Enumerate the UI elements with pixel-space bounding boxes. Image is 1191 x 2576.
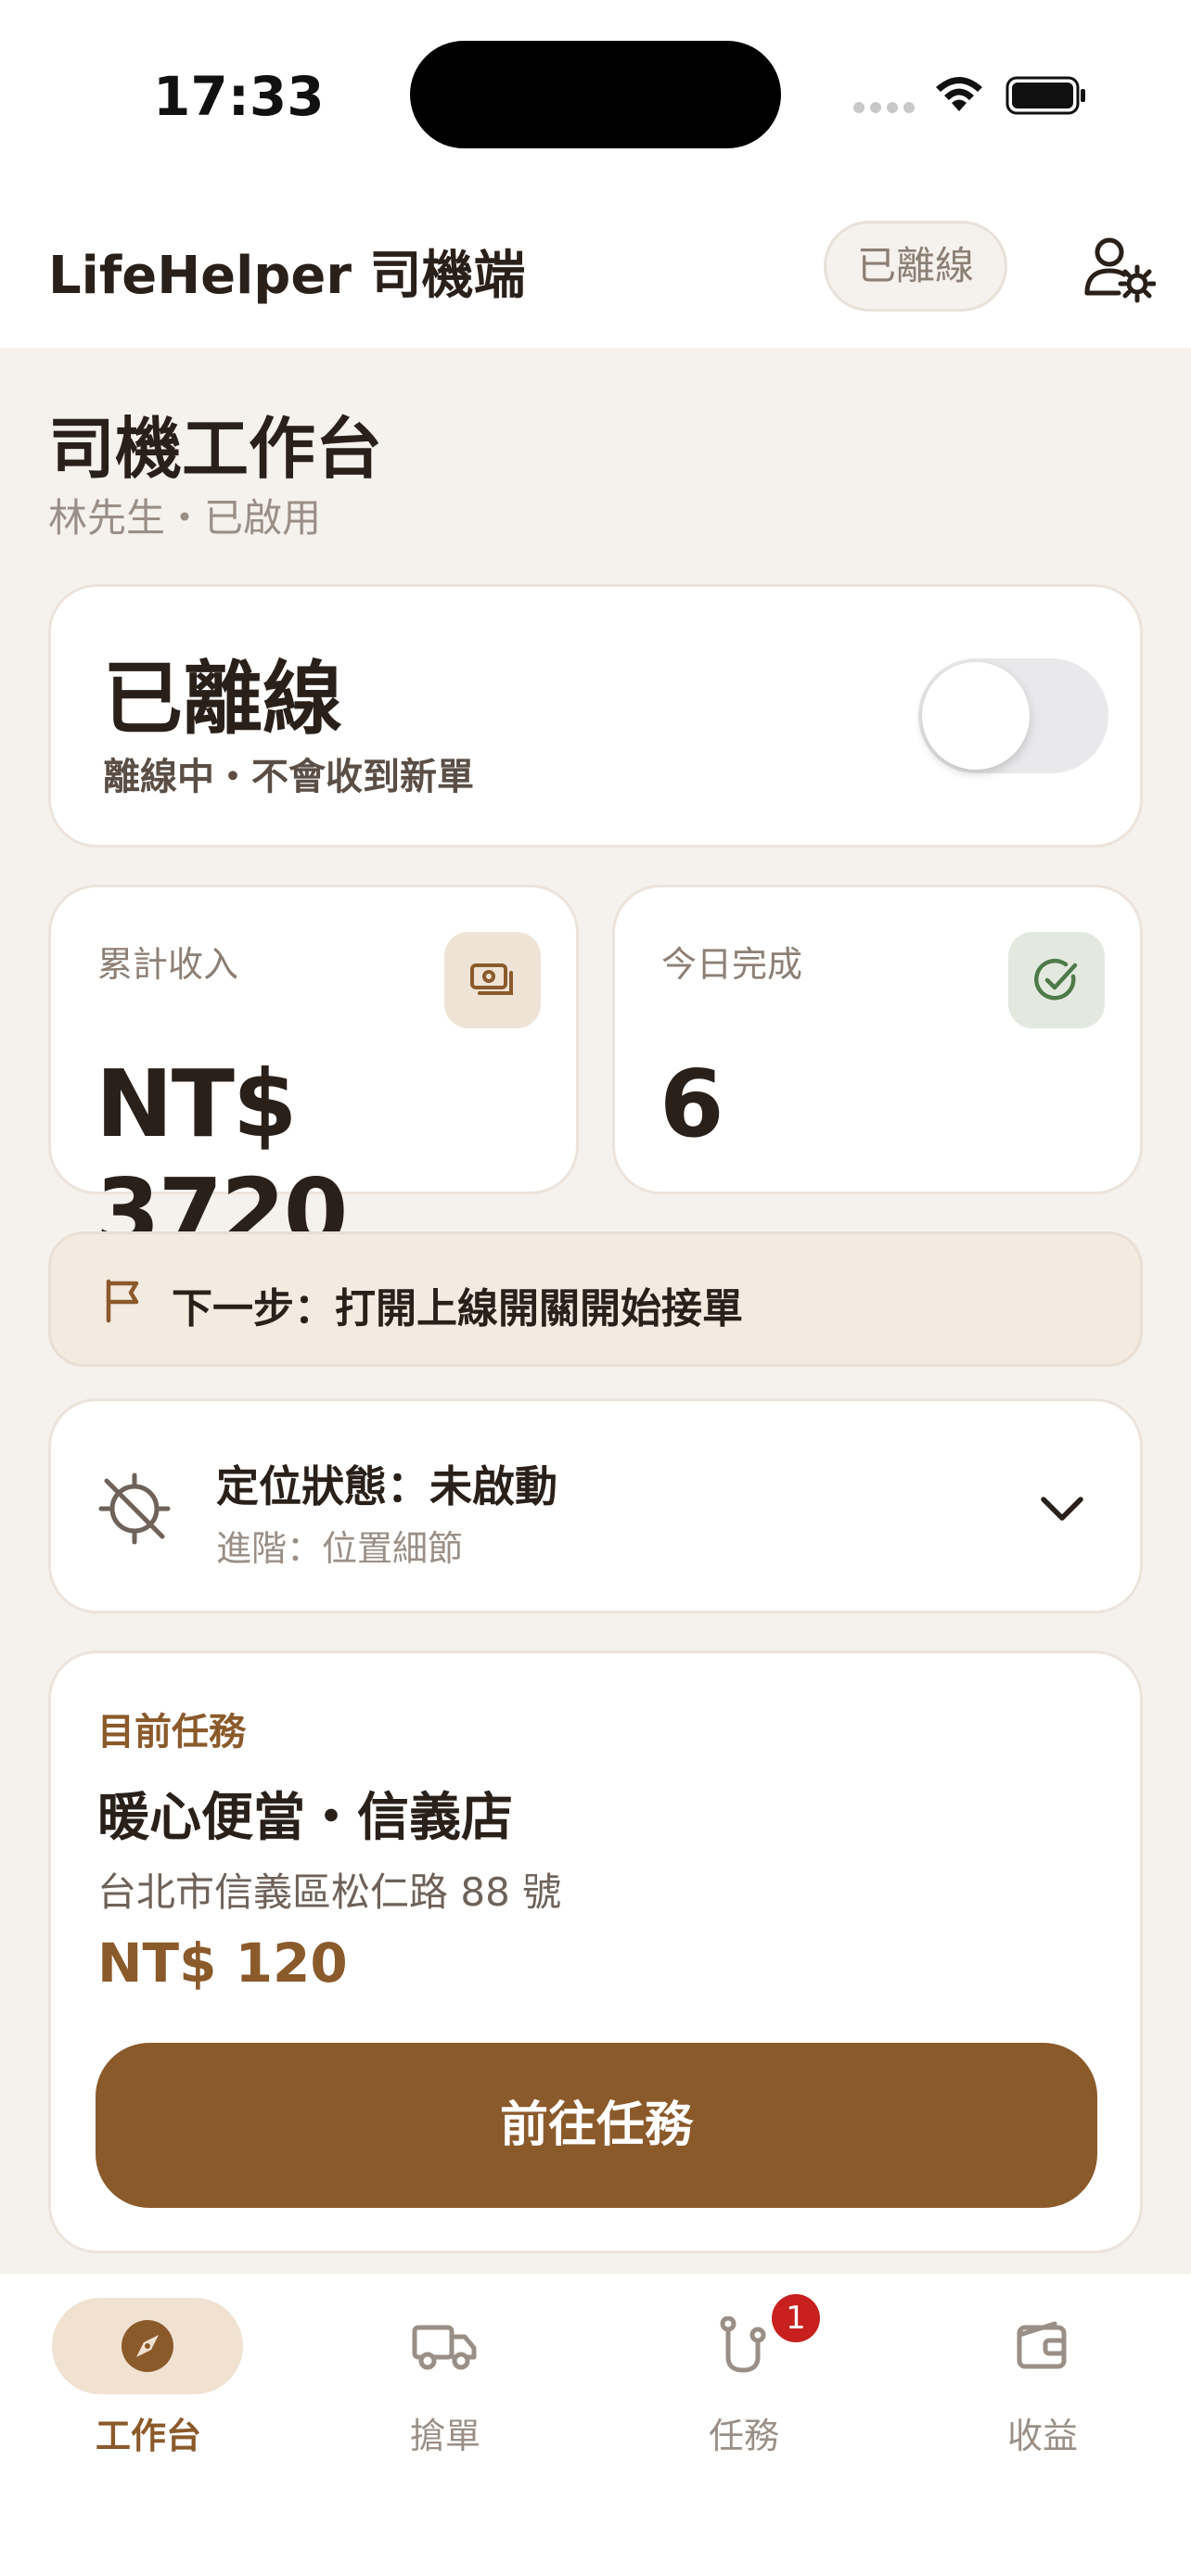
nav-label: 工作台 — [95, 2416, 201, 2456]
next-step-banner: 下一步：打開上線開關開始接單 — [48, 1231, 1143, 1367]
tasks-badge: 1 — [772, 2294, 820, 2342]
online-status-title: 已離線 — [103, 653, 342, 746]
nav-item-grab-orders[interactable]: 搶單 — [343, 2298, 547, 2465]
income-stat-card: 累計收入 NT$ 3720 — [48, 885, 579, 1267]
nav-item-earnings[interactable]: 收益 — [941, 2298, 1145, 2465]
nav-label: 收益 — [1006, 2416, 1078, 2456]
status-bar: 17:33 — [0, 0, 1191, 185]
status-pill[interactable]: 已離線 — [824, 221, 1007, 312]
compass-icon — [122, 2320, 173, 2372]
location-subtitle: 進階：位置細節 — [216, 1528, 464, 1569]
completed-stat-card: 今日完成 6 — [612, 885, 1143, 1194]
location-title: 定位狀態：未啟動 — [216, 1461, 557, 1511]
flag-icon — [106, 1279, 139, 1323]
truck-icon — [412, 2325, 477, 2370]
nav-item-tasks[interactable]: 1 任務 — [642, 2294, 846, 2465]
wifi-icon — [936, 77, 982, 111]
signal-icon — [853, 102, 915, 113]
route-icon — [720, 2316, 766, 2373]
money-icon — [444, 932, 541, 1028]
page-subtitle: 林先生・已啟用 — [48, 495, 322, 541]
check-circle-icon — [1008, 932, 1105, 1028]
nav-item-dashboard[interactable]: 工作台 — [46, 2298, 250, 2465]
task-address: 台北市信義區松仁路 88 號 — [97, 1869, 562, 1915]
task-section-label: 目前任務 — [97, 1711, 246, 1753]
income-label: 累計收入 — [97, 944, 239, 985]
user-settings-icon[interactable] — [1082, 232, 1156, 306]
completed-label: 今日完成 — [661, 944, 803, 985]
task-name: 暖心便當・信義店 — [97, 1788, 513, 1848]
app-title: LifeHelper 司機端 — [48, 246, 526, 306]
bottom-nav: 工作台 搶單 1 任務 收益 — [0, 2274, 1191, 2576]
next-step-text: 下一步：打開上線開關開始接單 — [172, 1285, 743, 1333]
wallet-icon — [1017, 2321, 1067, 2369]
online-toggle[interactable] — [918, 658, 1108, 773]
battery-icon — [1005, 76, 1085, 115]
chevron-down-icon[interactable] — [1036, 1490, 1088, 1527]
online-status-description: 離線中・不會收到新單 — [103, 756, 474, 798]
nav-label: 任務 — [708, 2416, 779, 2456]
online-status-card: 已離線 離線中・不會收到新單 — [48, 584, 1143, 848]
go-to-task-button[interactable]: 前往任務 — [96, 2043, 1097, 2208]
toggle-knob — [922, 662, 1030, 770]
current-task-card: 目前任務 暖心便當・信義店 台北市信義區松仁路 88 號 NT$ 120 前往任… — [48, 1651, 1143, 2253]
dynamic-island — [410, 41, 781, 148]
app-header: LifeHelper 司機端 已離線 — [0, 185, 1191, 348]
completed-value: 6 — [660, 1050, 724, 1158]
nav-label: 搶單 — [409, 2416, 480, 2456]
location-status-card[interactable]: 定位狀態：未啟動 進階：位置細節 — [48, 1398, 1143, 1613]
location-off-icon — [98, 1473, 171, 1545]
page-title: 司機工作台 — [48, 410, 383, 488]
task-price: NT$ 120 — [97, 1932, 348, 1995]
status-time: 17:33 — [153, 65, 325, 128]
